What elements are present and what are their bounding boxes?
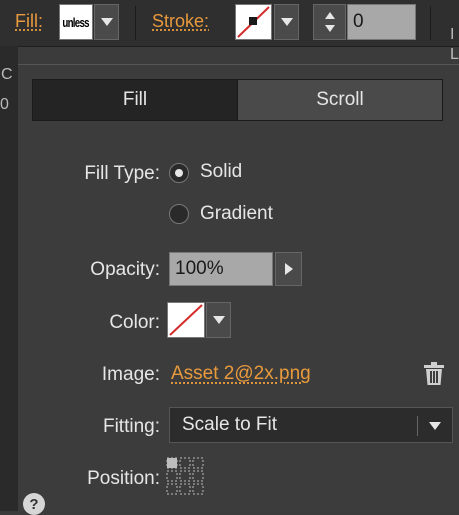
trash-icon[interactable] — [423, 362, 445, 386]
properties-panel — [18, 64, 459, 512]
edge-glyph: L — [450, 46, 459, 64]
none-color-icon — [168, 303, 204, 337]
opacity-label: Opacity: — [10, 259, 160, 281]
chevron-down-icon — [213, 316, 225, 324]
position-label: Position: — [10, 468, 160, 490]
position-grid-icon[interactable] — [165, 456, 205, 496]
stroke-swatch[interactable] — [235, 4, 272, 40]
step-down-icon[interactable] — [325, 25, 335, 32]
radio-gradient-label[interactable]: Gradient — [200, 203, 273, 225]
radio-solid[interactable] — [169, 163, 189, 183]
edge-glyph: C — [1, 66, 13, 84]
opacity-value: 100% — [175, 258, 224, 280]
image-label: Image: — [10, 364, 160, 386]
fill-swatch-text: unless — [63, 15, 89, 30]
fill-label[interactable]: Fill: — [15, 11, 43, 32]
edge-glyph: I — [450, 26, 454, 44]
fill-dropdown-button[interactable] — [94, 4, 119, 40]
help-icon[interactable]: ? — [23, 493, 45, 515]
radio-solid-label[interactable]: Solid — [200, 161, 242, 183]
chevron-down-icon — [101, 18, 113, 26]
none-stroke-icon — [236, 5, 271, 39]
tab-bar: Fill Scroll — [32, 79, 443, 121]
radio-gradient[interactable] — [169, 204, 189, 224]
color-dropdown-button[interactable] — [206, 302, 231, 338]
stroke-width-value: 0 — [353, 11, 364, 33]
toolbar-divider — [135, 6, 136, 40]
step-up-icon[interactable] — [325, 12, 335, 19]
edge-glyph: 0 — [0, 96, 9, 114]
opacity-input[interactable]: 100% — [169, 252, 273, 286]
toolbar-divider — [430, 6, 431, 40]
opacity-slider-button[interactable] — [275, 252, 302, 286]
help-glyph: ? — [29, 496, 38, 513]
stroke-width-input[interactable]: 0 — [347, 4, 416, 40]
tab-fill[interactable]: Fill — [33, 80, 237, 120]
select-divider — [417, 416, 418, 436]
tab-scroll[interactable]: Scroll — [237, 80, 442, 120]
chevron-down-icon — [281, 18, 293, 26]
fitting-label: Fitting: — [10, 416, 160, 438]
image-file-link[interactable]: Asset 2@2x.png — [171, 363, 311, 385]
fill-type-label: Fill Type: — [10, 163, 160, 185]
fill-swatch[interactable]: unless — [59, 4, 93, 40]
color-label: Color: — [10, 312, 160, 334]
stroke-width-stepper[interactable] — [313, 4, 346, 40]
fitting-value: Scale to Fit — [182, 414, 277, 436]
color-swatch[interactable] — [167, 302, 205, 338]
radio-selected-dot — [175, 169, 183, 177]
chevron-down-icon — [429, 422, 441, 430]
stroke-dropdown-button[interactable] — [274, 4, 299, 40]
stroke-label[interactable]: Stroke: — [152, 11, 209, 32]
fitting-select[interactable]: Scale to Fit — [169, 407, 453, 443]
chevron-right-icon — [285, 263, 293, 275]
